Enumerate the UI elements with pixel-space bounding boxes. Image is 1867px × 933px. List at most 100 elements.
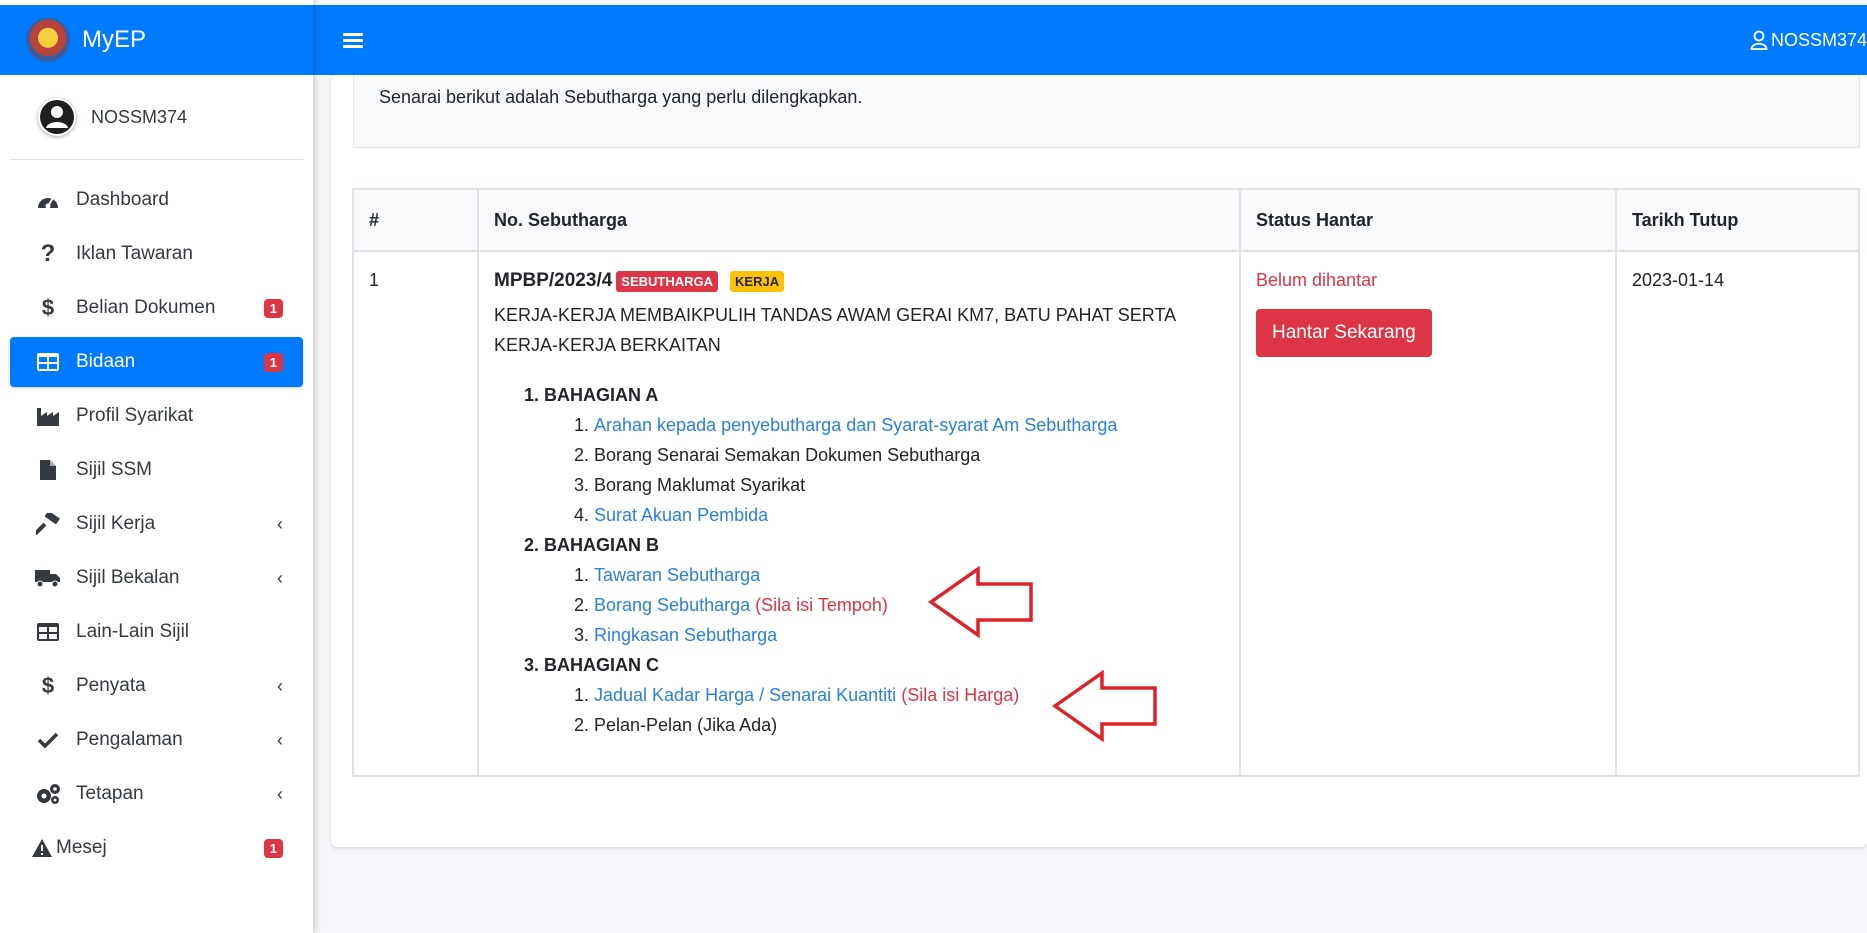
sidebar-item-label: Pengalaman xyxy=(76,729,183,750)
chevron-left-icon: ‹ xyxy=(277,675,283,696)
sebutharga-description: KERJA-KERJA MEMBAIKPULIH TANDAS AWAM GER… xyxy=(494,305,1176,355)
dollar-icon: $ xyxy=(41,673,55,698)
hammer-icon xyxy=(34,512,62,536)
industry-icon xyxy=(34,404,62,428)
document-label: Borang Maklumat Syarikat xyxy=(594,475,806,495)
section-a-items: Arahan kepada penyebutharga dan Syarat-s… xyxy=(544,410,1224,530)
document-link[interactable]: Borang Sebutharga xyxy=(594,595,750,615)
sidebar-item-label: Mesej xyxy=(56,837,107,858)
col-header-closing-date: Tarikh Tutup xyxy=(1615,188,1860,252)
sidebar-item-label: Dashboard xyxy=(76,189,169,210)
sidebar-item-pengalaman[interactable]: Pengalaman ‹ xyxy=(10,715,303,765)
sidebar-item-profil-syarikat[interactable]: Profil Syarikat xyxy=(10,391,303,441)
hamburger-menu-icon[interactable] xyxy=(343,30,363,51)
check-icon xyxy=(34,728,62,752)
section-title: BAHAGIAN B xyxy=(544,535,659,555)
notification-badge: 1 xyxy=(263,838,283,858)
list-item: Tawaran Sebutharga xyxy=(594,560,1224,590)
ref-line: MPBP/2023/4 SEBUTHARGA KERJA xyxy=(494,270,1224,292)
sidebar-item-label: Iklan Tawaran xyxy=(76,243,193,264)
section-title: BAHAGIAN A xyxy=(544,385,659,405)
row-status-cell: Belum dihantar Hantar Sekarang xyxy=(1239,250,1617,777)
sidebar-item-label: Lain-Lain Sijil xyxy=(76,621,190,642)
status-text: Belum dihantar xyxy=(1256,270,1378,290)
sidebar-item-penyata[interactable]: $ Penyata ‹ xyxy=(10,661,303,711)
info-text: Senarai berikut adalah Sebutharga yang p… xyxy=(379,87,863,107)
truck-icon xyxy=(34,566,62,590)
table-header-row: # No. Sebutharga Status Hantar Tarikh Tu… xyxy=(352,188,1860,252)
table-icon xyxy=(34,350,62,374)
sidebar-item-sijil-bekalan[interactable]: Sijil Bekalan ‹ xyxy=(10,553,303,603)
list-item: Borang Sebutharga (Sila isi Tempoh) xyxy=(594,590,1224,620)
gears-icon xyxy=(34,782,62,806)
sidebar-username: NOSSM374 xyxy=(91,106,188,127)
sidebar-item-tetapan[interactable]: Tetapan ‹ xyxy=(10,769,303,819)
notification-badge: 1 xyxy=(263,352,283,372)
sebutharga-badge: SEBUTHARGA xyxy=(616,270,719,292)
brand-link[interactable]: MyEP xyxy=(0,0,313,75)
file-icon xyxy=(34,458,62,482)
row-number: 1 xyxy=(352,250,479,777)
annotation-arrow-icon xyxy=(1052,670,1157,742)
brand-text: MyEP xyxy=(82,26,147,53)
document-label: Borang Senarai Semakan Dokumen Sebutharg… xyxy=(594,445,981,465)
chevron-left-icon: ‹ xyxy=(277,729,283,750)
sidebar-item-dashboard[interactable]: Dashboard xyxy=(10,175,303,225)
document-link[interactable]: Tawaran Sebutharga xyxy=(594,565,760,585)
sidebar-item-mesej[interactable]: Mesej 1 xyxy=(10,823,303,873)
sidebar-item-sijil-kerja[interactable]: Sijil Kerja ‹ xyxy=(10,499,303,549)
col-header-sebutharga: No. Sebutharga xyxy=(477,188,1241,252)
user-icon xyxy=(1750,30,1768,50)
gauge-icon xyxy=(34,188,62,212)
sidebar-item-lain-lain-sijil[interactable]: Lain-Lain Sijil xyxy=(10,607,303,657)
list-item: Surat Akuan Pembida xyxy=(594,500,1224,530)
warning-icon xyxy=(30,836,54,860)
question-icon: ? xyxy=(40,240,56,267)
annotation-arrow-icon xyxy=(928,566,1033,638)
sidebar-item-label: Sijil Kerja xyxy=(76,513,156,534)
sebutharga-ref: MPBP/2023/4 xyxy=(494,270,613,291)
document-link[interactable]: Jadual Kadar Harga / Senarai Kuantiti xyxy=(594,685,896,705)
sidebar-nav: Dashboard ? Iklan Tawaran $ Belian Dokum… xyxy=(0,160,313,873)
document-link[interactable]: Surat Akuan Pembida xyxy=(594,505,768,525)
submit-now-button[interactable]: Hantar Sekarang xyxy=(1256,309,1432,357)
sidebar-item-label: Bidaan xyxy=(76,351,136,372)
sidebar-item-label: Penyata xyxy=(76,675,146,696)
section-b-items: Tawaran Sebutharga Borang Sebutharga (Si… xyxy=(544,560,1224,650)
list-item: Ringkasan Sebutharga xyxy=(594,620,1224,650)
sidebar-item-sijil-ssm[interactable]: Sijil SSM xyxy=(10,445,303,495)
list-item: Arahan kepada penyebutharga dan Syarat-s… xyxy=(594,410,1224,440)
row-closing-date: 2023-01-14 xyxy=(1615,250,1860,777)
sidebar-item-bidaan[interactable]: Bidaan 1 xyxy=(10,337,303,387)
user-avatar-icon xyxy=(38,98,76,136)
user-panel[interactable]: NOSSM374 xyxy=(10,75,303,160)
sidebar-item-iklan-tawaran[interactable]: ? Iklan Tawaran xyxy=(10,229,303,279)
notification-badge: 1 xyxy=(263,298,283,318)
document-link[interactable]: Ringkasan Sebutharga xyxy=(594,625,777,645)
list-item: Borang Senarai Semakan Dokumen Sebutharg… xyxy=(594,440,1224,470)
col-header-number: # xyxy=(352,188,479,252)
sidebar-item-label: Profil Syarikat xyxy=(76,405,194,426)
document-link[interactable]: Arahan kepada penyebutharga dan Syarat-s… xyxy=(594,415,1117,435)
user-menu[interactable]: NOSSM374 xyxy=(1750,5,1867,75)
chevron-left-icon: ‹ xyxy=(277,513,283,534)
col-header-status: Status Hantar xyxy=(1239,188,1617,252)
sidebar-item-label: Sijil SSM xyxy=(76,459,153,480)
sidebar-item-label: Sijil Bekalan xyxy=(76,567,180,588)
sidebar: MyEP NOSSM374 Dashboard ? Iklan Tawaran … xyxy=(0,0,313,933)
required-note: (Sila isi Tempoh) xyxy=(755,595,888,615)
dollar-icon: $ xyxy=(41,295,55,320)
brand-logo xyxy=(26,18,70,62)
list-item: Borang Maklumat Syarikat xyxy=(594,470,1224,500)
info-callout: Senarai berikut adalah Sebutharga yang p… xyxy=(353,75,1860,148)
section-a: BAHAGIAN A Arahan kepada penyebutharga d… xyxy=(544,380,1224,530)
chevron-left-icon: ‹ xyxy=(277,783,283,804)
required-note: (Sila isi Harga) xyxy=(901,685,1020,705)
top-username: NOSSM374 xyxy=(1770,29,1867,50)
document-label: Pelan-Pelan (Jika Ada) xyxy=(594,715,778,735)
table-icon xyxy=(34,620,62,644)
section-b: BAHAGIAN B Tawaran Sebutharga Borang Seb… xyxy=(544,530,1224,650)
sidebar-item-belian-dokumen[interactable]: $ Belian Dokumen 1 xyxy=(10,283,303,333)
top-navbar: NOSSM374 xyxy=(313,5,1867,75)
sidebar-item-label: Tetapan xyxy=(76,783,144,804)
